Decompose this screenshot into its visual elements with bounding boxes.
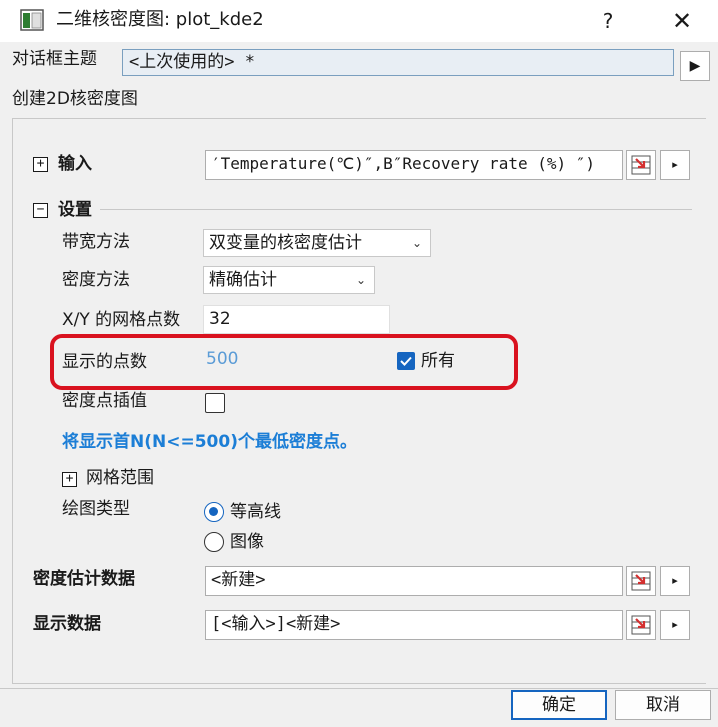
input-expand-icon[interactable]: + bbox=[33, 157, 48, 172]
grid-points-input[interactable]: 32 bbox=[203, 305, 390, 334]
plot-type-label: 绘图类型 bbox=[62, 499, 130, 519]
dialog-theme-label: 对话框主题 bbox=[12, 49, 97, 69]
plot-type-contour-label: 等高线 bbox=[230, 502, 281, 522]
help-button[interactable]: ? bbox=[590, 6, 626, 36]
settings-separator bbox=[100, 209, 692, 210]
interpolate-label: 密度点插值 bbox=[62, 391, 147, 411]
grid-range-label: 网格范围 bbox=[86, 468, 154, 488]
app-window-icon bbox=[20, 8, 44, 32]
plot-type-contour-radio[interactable] bbox=[204, 502, 224, 522]
chevron-down-icon: ⌄ bbox=[411, 236, 422, 250]
grid-range-expand-icon[interactable]: + bbox=[62, 472, 77, 487]
display-data-label: 显示数据 bbox=[33, 614, 101, 634]
all-points-checkbox[interactable] bbox=[397, 352, 415, 370]
chevron-down-icon: ⌄ bbox=[355, 273, 366, 287]
density-data-pick-button[interactable] bbox=[626, 566, 656, 596]
display-points-label: 显示的点数 bbox=[62, 352, 147, 372]
display-data-pick-button[interactable] bbox=[626, 610, 656, 640]
input-label: 输入 bbox=[58, 154, 92, 174]
density-method-label: 密度方法 bbox=[62, 270, 130, 290]
worksheet-pick-icon bbox=[631, 571, 651, 591]
dialog-theme-menu-button[interactable]: ▶ bbox=[680, 51, 710, 81]
all-points-label: 所有 bbox=[421, 351, 455, 371]
dialog-theme-field[interactable]: <上次使用的> * bbox=[122, 49, 674, 76]
settings-label: 设置 bbox=[58, 200, 92, 220]
plot-type-image-radio[interactable] bbox=[204, 532, 224, 552]
display-data-menu-button[interactable]: ▸ bbox=[660, 610, 690, 640]
density-data-label: 密度估计数据 bbox=[33, 569, 135, 589]
settings-collapse-icon[interactable]: − bbox=[33, 203, 48, 218]
cancel-button[interactable]: 取消 bbox=[615, 690, 711, 720]
bandwidth-label: 带宽方法 bbox=[62, 232, 130, 252]
display-data-field[interactable]: [<输入>]<新建> bbox=[205, 610, 623, 640]
footer-separator bbox=[0, 688, 718, 689]
density-method-select[interactable]: 精确估计 ⌄ bbox=[203, 266, 375, 294]
grid-points-label: X/Y 的网格点数 bbox=[62, 310, 181, 330]
input-field[interactable]: ′Temperature(℃)″,B″Recovery rate (%) ″) bbox=[205, 150, 623, 180]
density-data-menu-button[interactable]: ▸ bbox=[660, 566, 690, 596]
checkmark-icon bbox=[400, 356, 412, 366]
info-note: 将显示首N(N<=500)个最低密度点。 bbox=[62, 432, 357, 452]
worksheet-pick-icon bbox=[631, 155, 651, 175]
window-title: 二维核密度图: plot_kde2 bbox=[56, 9, 264, 30]
close-button[interactable]: ✕ bbox=[664, 6, 700, 36]
ok-button[interactable]: 确定 bbox=[511, 690, 607, 720]
bandwidth-value: 双变量的核密度估计 bbox=[209, 233, 362, 253]
interpolate-checkbox[interactable] bbox=[205, 393, 225, 413]
density-data-field[interactable]: <新建> bbox=[205, 566, 623, 596]
density-method-value: 精确估计 bbox=[209, 270, 277, 290]
input-pick-button[interactable] bbox=[626, 150, 656, 180]
plot-type-image-label: 图像 bbox=[230, 532, 264, 552]
worksheet-pick-icon bbox=[631, 615, 651, 635]
input-menu-button[interactable]: ▸ bbox=[660, 150, 690, 180]
display-points-value[interactable]: 500 bbox=[206, 349, 238, 369]
bandwidth-select[interactable]: 双变量的核密度估计 ⌄ bbox=[203, 229, 431, 257]
section-title: 创建2D核密度图 bbox=[12, 89, 138, 109]
